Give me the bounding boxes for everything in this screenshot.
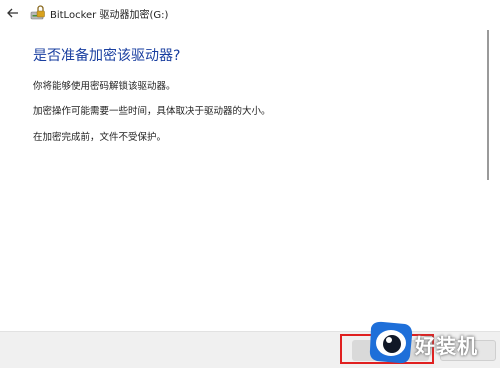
back-button[interactable] xyxy=(4,5,22,21)
scroll-thumb[interactable] xyxy=(487,30,489,180)
window-title: BitLocker 驱动器加密(G:) xyxy=(50,10,169,21)
watermark-logo-icon xyxy=(369,321,413,364)
back-arrow-icon xyxy=(7,8,18,18)
info-text-unlock: 你将能够使用密码解锁该驱动器。 xyxy=(33,81,176,92)
title-bar: BitLocker 驱动器加密(G:) xyxy=(0,0,500,26)
page-heading: 是否准备加密该驱动器? xyxy=(33,48,181,64)
watermark: 好装机 xyxy=(365,318,500,367)
watermark-text: 好装机 xyxy=(415,334,478,358)
info-text-protection: 在加密完成前，文件不受保护。 xyxy=(33,132,167,143)
info-text-duration: 加密操作可能需要一些时间，具体取决于驱动器的大小。 xyxy=(33,106,271,117)
vertical-scrollbar[interactable] xyxy=(487,30,491,180)
bitlocker-drive-icon xyxy=(30,5,45,20)
